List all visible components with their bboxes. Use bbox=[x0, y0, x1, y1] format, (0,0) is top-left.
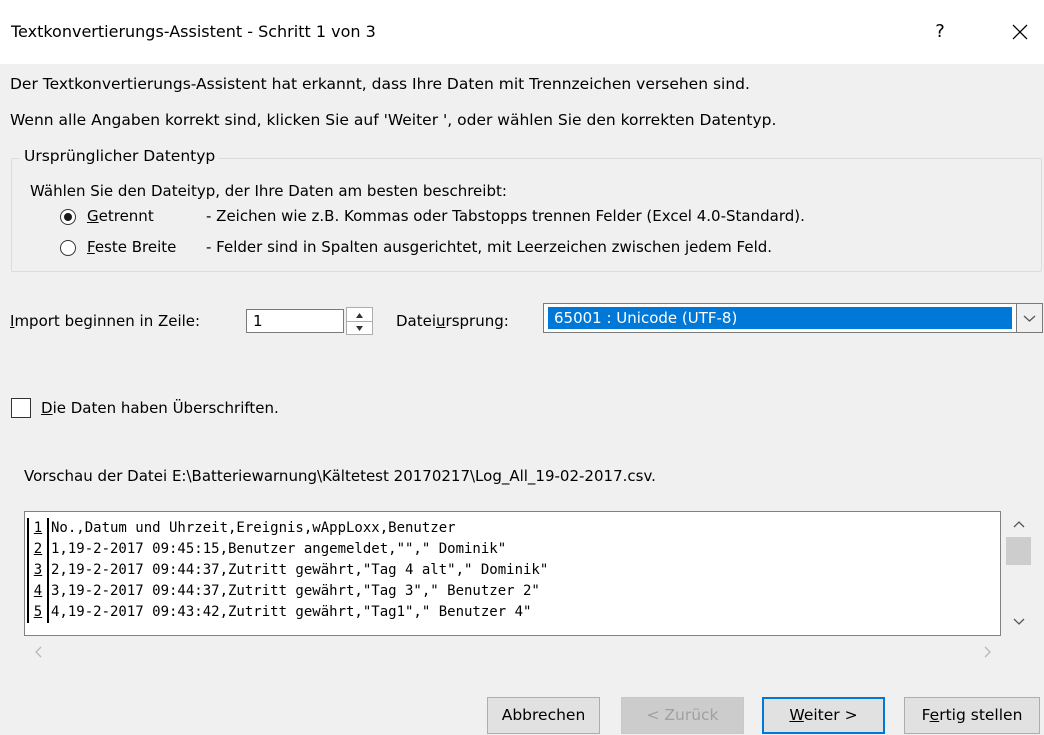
import-row-label: Import beginnen in Zeile: bbox=[10, 312, 201, 330]
line-number: 5 bbox=[27, 602, 49, 623]
window-title: Textkonvertierungs-Assistent - Schritt 1… bbox=[11, 22, 376, 41]
finish-button[interactable]: Fertig stellen bbox=[904, 697, 1040, 734]
line-number: 1 bbox=[27, 518, 49, 539]
radio-fixed-width-label[interactable]: Feste Breite bbox=[87, 238, 176, 256]
radio-fixed-width-description: - Felder sind in Spalten ausgerichtet, m… bbox=[206, 238, 773, 256]
preview-label: Vorschau der Datei E:\Batteriewarnung\Kä… bbox=[24, 467, 656, 485]
file-preview[interactable]: 1 No.,Datum und Uhrzeit,Ereignis,wAppLoxx… bbox=[24, 511, 1001, 636]
triangle-down-icon bbox=[356, 326, 363, 331]
horizontal-scrollbar[interactable] bbox=[24, 637, 1001, 665]
back-button[interactable]: < Zurück bbox=[621, 697, 744, 734]
next-button[interactable]: Weiter > bbox=[762, 697, 885, 734]
preview-row: 4 3,19-2-2017 09:44:37,Zutritt gewährt,"T… bbox=[27, 581, 540, 602]
radio-delimited[interactable] bbox=[60, 209, 76, 225]
line-number: 4 bbox=[27, 581, 49, 602]
preview-row-text: No.,Datum und Uhrzeit,Ereignis,wAppLoxx,… bbox=[51, 520, 456, 536]
preview-row: 5 4,19-2-2017 09:43:42,Zutritt gewährt,"T… bbox=[27, 602, 531, 623]
vertical-scrollbar[interactable] bbox=[1002, 511, 1036, 636]
group-instruction: Wählen Sie den Dateityp, der Ihre Daten … bbox=[30, 182, 507, 200]
headers-checkbox[interactable] bbox=[11, 398, 31, 418]
line-number: 3 bbox=[27, 560, 49, 581]
cancel-button[interactable]: Abbrechen bbox=[487, 697, 600, 734]
radio-delimited-label[interactable]: Getrennt bbox=[87, 207, 154, 225]
vertical-scroll-thumb[interactable] bbox=[1006, 537, 1031, 565]
headers-checkbox-label[interactable]: Die Daten haben Überschriften. bbox=[41, 399, 279, 417]
group-legend: Ursprünglicher Datentyp bbox=[20, 147, 220, 165]
file-origin-dropdown-button[interactable] bbox=[1017, 303, 1043, 333]
preview-row: 3 2,19-2-2017 09:44:37,Zutritt gewährt,"T… bbox=[27, 560, 548, 581]
file-origin-select[interactable]: 65001 : Unicode (UTF-8) bbox=[543, 303, 1017, 333]
help-button[interactable]: ? bbox=[925, 18, 955, 46]
preview-row-text: 2,19-2-2017 09:44:37,Zutritt gewährt,"Ta… bbox=[51, 562, 549, 578]
scroll-left-icon[interactable] bbox=[32, 644, 46, 660]
stepper-down-button[interactable] bbox=[347, 321, 372, 334]
preview-row-text: 1,19-2-2017 09:45:15,Benutzer angemeldet… bbox=[51, 541, 507, 557]
close-icon bbox=[1012, 24, 1028, 40]
stepper-up-button[interactable] bbox=[347, 308, 372, 322]
file-origin-value: 65001 : Unicode (UTF-8) bbox=[548, 307, 1012, 329]
radio-fixed-width[interactable] bbox=[60, 240, 76, 256]
scroll-down-icon[interactable] bbox=[1010, 615, 1028, 629]
line-number: 2 bbox=[27, 539, 49, 560]
close-button[interactable] bbox=[1005, 18, 1035, 46]
intro-line-1: Der Textkonvertierungs-Assistent hat erk… bbox=[10, 75, 750, 93]
file-origin-label: Dateiursprung: bbox=[396, 312, 509, 330]
scroll-up-icon[interactable] bbox=[1010, 517, 1028, 531]
chevron-down-icon bbox=[1023, 315, 1036, 322]
scroll-right-icon[interactable] bbox=[980, 644, 994, 660]
start-row-input[interactable]: 1 bbox=[246, 309, 344, 333]
intro-line-2: Wenn alle Angaben korrekt sind, klicken … bbox=[10, 111, 777, 129]
start-row-stepper[interactable] bbox=[346, 307, 373, 335]
preview-row-text: 4,19-2-2017 09:43:42,Zutritt gewährt,"Ta… bbox=[51, 604, 532, 620]
preview-row: 2 1,19-2-2017 09:45:15,Benutzer angemelde… bbox=[27, 539, 506, 560]
preview-row: 1 No.,Datum und Uhrzeit,Ereignis,wAppLoxx… bbox=[27, 518, 456, 539]
radio-delimited-description: - Zeichen wie z.B. Kommas oder Tabstopps… bbox=[206, 207, 805, 225]
preview-row-text: 3,19-2-2017 09:44:37,Zutritt gewährt,"Ta… bbox=[51, 583, 540, 599]
